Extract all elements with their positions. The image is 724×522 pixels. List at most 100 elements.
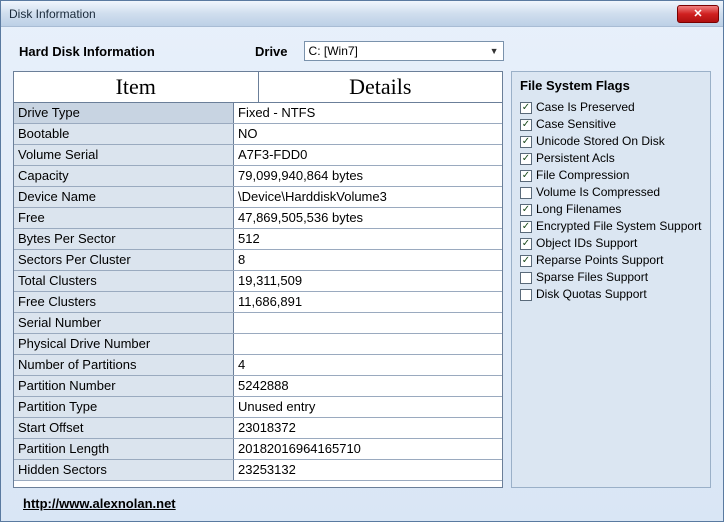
flag-label: Encrypted File System Support [536, 218, 701, 235]
flag-label: Long Filenames [536, 201, 621, 218]
flag-row: ✓ Object IDs Support [520, 235, 702, 252]
table-row[interactable]: Device Name\Device\HarddiskVolume3 [14, 187, 502, 208]
window: Disk Information ✕ Hard Disk Information… [0, 0, 724, 522]
flag-checkbox[interactable]: ✓ [520, 170, 532, 182]
cell-item: Drive Type [14, 103, 234, 123]
table-row[interactable]: Partition Number5242888 [14, 376, 502, 397]
close-icon: ✕ [693, 7, 702, 20]
cell-item: Free [14, 208, 234, 228]
cell-item: Start Offset [14, 418, 234, 438]
flag-row: ✓Reparse Points Support [520, 252, 702, 269]
cell-details: 8 [234, 250, 502, 270]
flag-label: Case Is Preserved [536, 99, 635, 116]
flag-label: Persistent Acls [536, 150, 615, 167]
flag-checkbox[interactable]: ✓ [520, 204, 532, 216]
flag-row: ✓ Persistent Acls [520, 150, 702, 167]
cell-details: Unused entry [234, 397, 502, 417]
flag-row: ✓ Unicode Stored On Disk [520, 133, 702, 150]
flag-label: Object IDs Support [536, 235, 637, 252]
cell-details: A7F3-FDD0 [234, 145, 502, 165]
flags-title: File System Flags [520, 78, 702, 93]
flag-checkbox[interactable] [520, 187, 532, 199]
flag-checkbox[interactable]: ✓ [520, 136, 532, 148]
cell-item: Bootable [14, 124, 234, 144]
table-row[interactable]: Drive TypeFixed - NTFS [14, 103, 502, 124]
main-row: Item Details Drive TypeFixed - NTFSBoota… [13, 71, 711, 488]
cell-item: Number of Partitions [14, 355, 234, 375]
cell-details: 20182016964165710 [234, 439, 502, 459]
flag-label: Disk Quotas Support [536, 286, 647, 303]
table-row[interactable]: BootableNO [14, 124, 502, 145]
titlebar[interactable]: Disk Information ✕ [1, 1, 723, 27]
flag-row: Sparse Files Support [520, 269, 702, 286]
cell-item: Total Clusters [14, 271, 234, 291]
column-header-details: Details [259, 72, 503, 102]
footer: http://www.alexnolan.net [13, 488, 711, 515]
content-area: Hard Disk Information Drive C: [Win7] ▼ … [1, 27, 723, 521]
cell-item: Capacity [14, 166, 234, 186]
flags-list: ✓ Case Is Preserved ✓ Case Sensitive ✓ Unicod… [520, 99, 702, 303]
flag-label: Volume Is Compressed [536, 184, 660, 201]
table-row[interactable]: Total Clusters19,311,509 [14, 271, 502, 292]
cell-item: Free Clusters [14, 292, 234, 312]
table-row[interactable]: Free47,869,505,536 bytes [14, 208, 502, 229]
flag-label: Sparse Files Support [536, 269, 648, 286]
column-header-item: Item [14, 72, 259, 102]
cell-item: Volume Serial [14, 145, 234, 165]
table-row[interactable]: Capacity79,099,940,864 bytes [14, 166, 502, 187]
cell-details: 4 [234, 355, 502, 375]
flag-checkbox[interactable]: ✓ [520, 238, 532, 250]
flag-row: ✓ Case Is Preserved [520, 99, 702, 116]
flag-row: ✓ Encrypted File System Support [520, 218, 702, 235]
flag-checkbox[interactable] [520, 272, 532, 284]
flag-label: File Compression [536, 167, 629, 184]
table-row[interactable]: Sectors Per Cluster8 [14, 250, 502, 271]
table-row[interactable]: Start Offset23018372 [14, 418, 502, 439]
flag-label: Unicode Stored On Disk [536, 133, 665, 150]
table-header: Item Details [14, 72, 502, 103]
cell-details: 23253132 [234, 460, 502, 480]
close-button[interactable]: ✕ [677, 5, 719, 23]
cell-details: NO [234, 124, 502, 144]
flag-checkbox[interactable]: ✓ [520, 255, 532, 267]
cell-details: 11,686,891 [234, 292, 502, 312]
flag-checkbox[interactable]: ✓ [520, 153, 532, 165]
cell-details: 512 [234, 229, 502, 249]
cell-details: 47,869,505,536 bytes [234, 208, 502, 228]
cell-item: Physical Drive Number [14, 334, 234, 354]
table-row[interactable]: Number of Partitions4 [14, 355, 502, 376]
table-row[interactable]: Free Clusters11,686,891 [14, 292, 502, 313]
cell-details [234, 313, 502, 333]
flag-checkbox[interactable]: ✓ [520, 102, 532, 114]
cell-item: Partition Type [14, 397, 234, 417]
table-row[interactable]: Serial Number [14, 313, 502, 334]
header-row: Hard Disk Information Drive C: [Win7] ▼ [13, 37, 711, 71]
flag-checkbox[interactable] [520, 289, 532, 301]
table-row[interactable]: Bytes Per Sector512 [14, 229, 502, 250]
drive-select[interactable]: C: [Win7] ▼ [304, 41, 504, 61]
cell-details: 19,311,509 [234, 271, 502, 291]
hard-disk-info-label: Hard Disk Information [19, 44, 239, 59]
table-row[interactable]: Hidden Sectors23253132 [14, 460, 502, 481]
flag-checkbox[interactable]: ✓ [520, 221, 532, 233]
drive-selected-value: C: [Win7] [309, 44, 358, 58]
table-row[interactable]: Partition Length20182016964165710 [14, 439, 502, 460]
flag-row: ✓ Case Sensitive [520, 116, 702, 133]
table-row[interactable]: Partition TypeUnused entry [14, 397, 502, 418]
cell-item: Partition Number [14, 376, 234, 396]
cell-item: Bytes Per Sector [14, 229, 234, 249]
flag-checkbox[interactable]: ✓ [520, 119, 532, 131]
flag-row: Volume Is Compressed [520, 184, 702, 201]
cell-item: Sectors Per Cluster [14, 250, 234, 270]
cell-details: 5242888 [234, 376, 502, 396]
table-row[interactable]: Volume SerialA7F3-FDD0 [14, 145, 502, 166]
cell-details: 23018372 [234, 418, 502, 438]
website-link[interactable]: http://www.alexnolan.net [23, 496, 176, 511]
table-body: Drive TypeFixed - NTFSBootableNOVolume S… [14, 103, 502, 487]
cell-details: \Device\HarddiskVolume3 [234, 187, 502, 207]
window-title: Disk Information [9, 7, 677, 21]
flag-label: Case Sensitive [536, 116, 616, 133]
table-row[interactable]: Physical Drive Number [14, 334, 502, 355]
flag-row: ✓ File Compression [520, 167, 702, 184]
cell-item: Device Name [14, 187, 234, 207]
